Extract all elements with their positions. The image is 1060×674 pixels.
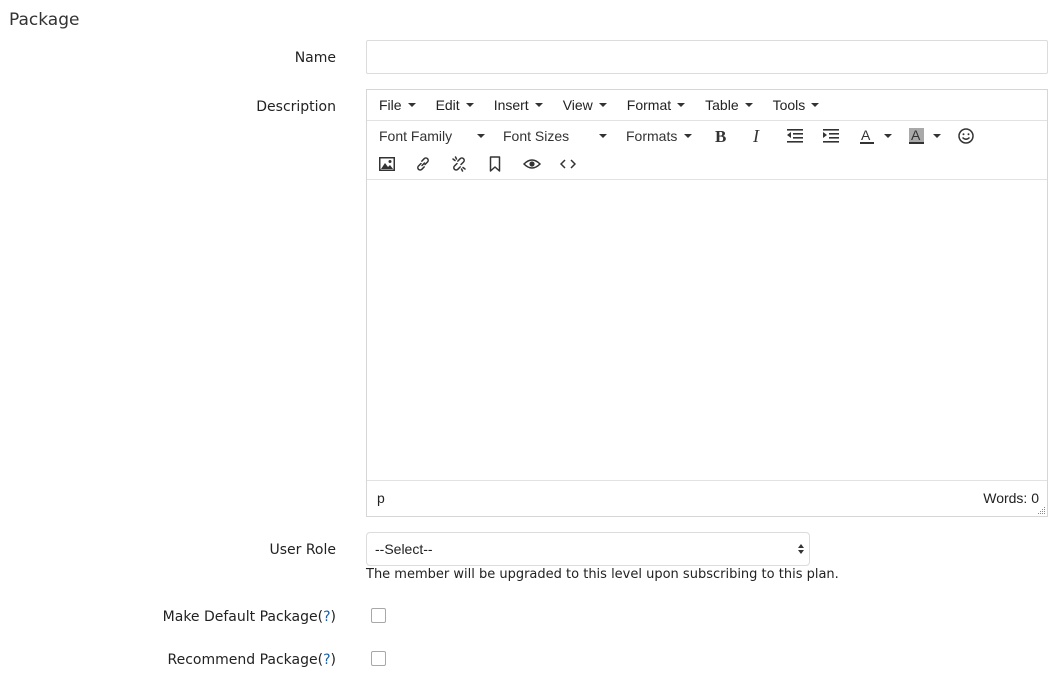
formats-label: Formats [626,128,678,144]
emoticons-icon [958,128,974,144]
preview-icon [523,159,541,169]
bookmark-icon [489,156,501,172]
insert-image-button[interactable] [375,150,399,178]
editor-toolbar: Font Family Font Sizes Formats B I A A [367,121,1047,180]
text-color-icon: A [860,128,892,144]
text-color-button[interactable]: A [858,122,894,150]
menu-edit-label: Edit [435,97,460,113]
emoticons-button[interactable] [954,122,978,150]
code-icon [560,159,576,169]
chevron-down-icon [677,103,686,107]
editor-statusbar: p Words: 0 [367,480,1047,516]
section-title: Package [9,10,80,30]
formats-dropdown[interactable]: Formats [626,122,692,150]
chevron-down-icon [744,103,753,107]
make-default-package-checkbox[interactable] [371,608,386,623]
chevron-down-icon [599,134,607,138]
indent-icon [823,129,839,143]
unlink-button[interactable] [447,150,471,178]
menu-insert-label: Insert [493,97,529,113]
background-color-icon: A [909,128,941,144]
chevron-down-icon [811,103,820,107]
user-role-select[interactable]: --Select-- [366,532,810,566]
menu-tools-label: Tools [772,97,806,113]
menu-format-label: Format [626,97,672,113]
menu-table[interactable]: Table [705,97,753,113]
element-path[interactable]: p [377,490,385,506]
image-icon [379,157,395,171]
svg-text:A: A [861,128,871,143]
description-editor: File Edit Insert View Format Table Tools… [366,89,1048,517]
user-role-help-text: The member will be upgraded to this leve… [366,567,839,582]
recommend-package-checkbox[interactable] [371,651,386,666]
paren-close: ) [330,609,336,625]
resize-handle-icon[interactable] [1036,505,1046,515]
editor-content-area[interactable] [367,180,1047,480]
chevron-down-icon [598,103,607,107]
svg-text:A: A [911,128,921,143]
menu-file-label: File [379,97,402,113]
user-role-label: User Role [269,542,336,558]
chevron-down-icon [684,134,692,138]
menu-file[interactable]: File [379,97,416,113]
menu-format[interactable]: Format [626,97,686,113]
indent-button[interactable] [819,122,843,150]
unlink-icon [452,156,466,172]
recommend-package-label: Recommend Package(?) [168,652,336,668]
insert-link-button[interactable] [411,150,435,178]
outdent-icon [787,129,803,143]
make-default-package-text: Make Default Package [162,609,318,625]
menu-tools[interactable]: Tools [773,97,820,113]
menu-insert[interactable]: Insert [494,97,543,113]
source-code-button[interactable] [556,150,580,178]
italic-icon: I [752,128,760,144]
italic-button[interactable]: I [745,122,769,150]
make-default-package-label: Make Default Package(?) [163,609,336,625]
menu-edit[interactable]: Edit [436,97,474,113]
recommend-package-text: Recommend Package [167,652,318,668]
menu-table-label: Table [705,97,739,113]
background-color-button[interactable]: A [907,122,943,150]
bold-button[interactable]: B [709,122,733,150]
menu-view[interactable]: View [563,97,607,113]
chevron-down-icon [465,103,474,107]
name-input[interactable] [366,40,1048,74]
description-label: Description [256,99,336,115]
link-icon [417,157,429,171]
font-family-label: Font Family [379,128,453,144]
word-count: Words: 0 [983,490,1039,506]
chevron-down-icon [477,134,485,138]
font-family-dropdown[interactable]: Font Family [379,122,485,150]
recommend-package-help-link[interactable]: ? [323,652,330,668]
font-sizes-dropdown[interactable]: Font Sizes [503,122,607,150]
outdent-button[interactable] [783,122,807,150]
bold-icon: B [715,128,726,144]
paren-close: ) [330,652,336,668]
anchor-button[interactable] [483,150,507,178]
select-arrows-icon [798,544,804,554]
editor-menubar: File Edit Insert View Format Table Tools [367,90,1047,121]
menu-view-label: View [562,97,593,113]
svg-text:I: I [752,128,760,144]
make-default-package-help-link[interactable]: ? [323,609,330,625]
name-label: Name [294,50,336,66]
user-role-selected-value: --Select-- [375,541,433,557]
chevron-down-icon [407,103,416,107]
font-sizes-label: Font Sizes [503,128,570,144]
svg-text:B: B [715,128,726,144]
preview-button[interactable] [520,150,544,178]
chevron-down-icon [534,103,543,107]
